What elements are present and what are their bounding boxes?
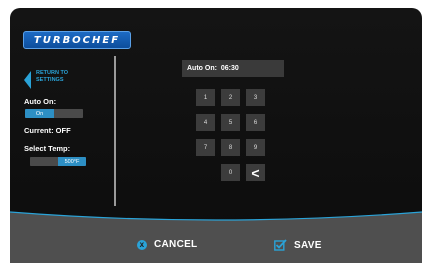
- backspace-key[interactable]: <: [246, 164, 265, 181]
- cancel-x-icon: x: [137, 239, 147, 250]
- footer-bar: [10, 222, 422, 263]
- cancel-label: CANCEL: [154, 239, 198, 250]
- select-temp-label: Select Temp:: [24, 144, 71, 153]
- key-0[interactable]: 0: [221, 164, 240, 181]
- temp-option-low[interactable]: [30, 157, 58, 166]
- key-8[interactable]: 8: [221, 139, 240, 156]
- turbochef-logo: TURBOCHEF: [23, 31, 131, 49]
- logo-text: TURBOCHEF: [33, 34, 121, 46]
- cancel-button[interactable]: x CANCEL: [137, 239, 197, 250]
- footer-wave: [10, 211, 422, 224]
- save-button[interactable]: SAVE: [274, 239, 322, 251]
- auto-on-option-on[interactable]: On: [25, 109, 54, 118]
- key-3[interactable]: 3: [246, 89, 265, 106]
- key-9[interactable]: 9: [246, 139, 265, 156]
- current-status: Current: OFF: [24, 126, 71, 135]
- key-1[interactable]: 1: [196, 89, 215, 106]
- vertical-divider: [114, 56, 116, 206]
- return-to-settings-label: RETURN TO SETTINGS: [36, 70, 68, 83]
- key-2[interactable]: 2: [221, 89, 240, 106]
- return-to-settings-button[interactable]: RETURN TO SETTINGS: [24, 70, 80, 89]
- key-4[interactable]: 4: [196, 114, 215, 131]
- auto-on-option-off[interactable]: [54, 109, 83, 118]
- temp-option-500[interactable]: 500°F: [58, 157, 86, 166]
- backspace-icon: <: [251, 164, 260, 181]
- key-6[interactable]: 6: [246, 114, 265, 131]
- auto-on-time-display: Auto On: 06:30: [182, 60, 284, 77]
- save-check-icon: [274, 239, 287, 251]
- auto-on-time-text: Auto On: 06:30: [187, 65, 239, 72]
- save-label: SAVE: [294, 239, 322, 251]
- control-screen: TURBOCHEF RETURN TO SETTINGS Auto On: On…: [10, 8, 422, 263]
- auto-on-label: Auto On:: [24, 97, 57, 106]
- cancel-x-glyph: x: [139, 240, 145, 249]
- auto-on-toggle[interactable]: On: [25, 109, 83, 118]
- key-7[interactable]: 7: [196, 139, 215, 156]
- temp-toggle[interactable]: 500°F: [30, 157, 86, 166]
- back-arrow-icon: [24, 71, 31, 89]
- key-5[interactable]: 5: [221, 114, 240, 131]
